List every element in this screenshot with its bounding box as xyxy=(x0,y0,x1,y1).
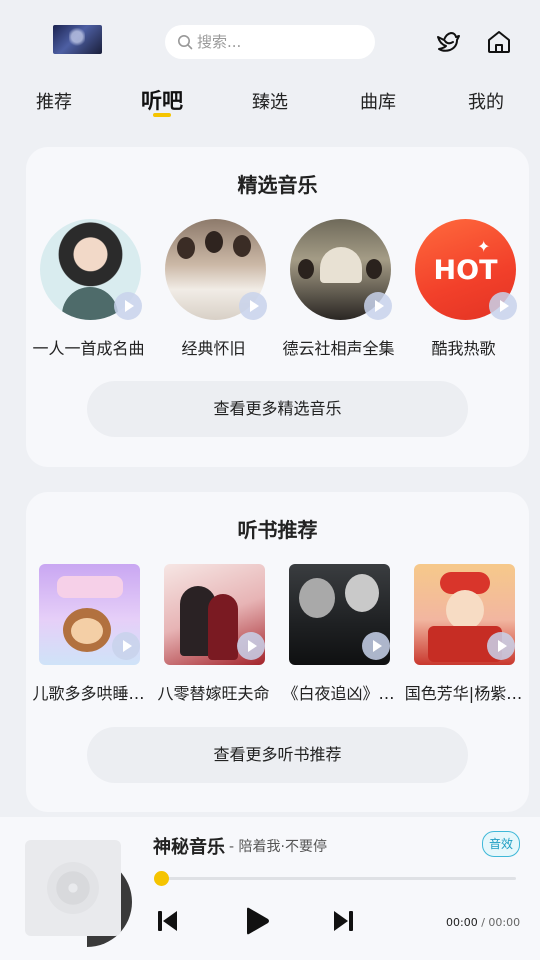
music-item-label: 德云社相声全集 xyxy=(282,339,395,358)
section-title: 精选音乐 xyxy=(237,173,318,197)
next-icon[interactable] xyxy=(331,908,355,934)
sparkle-icon: ✦ xyxy=(477,237,491,256)
play-icon[interactable] xyxy=(239,292,267,320)
album-art[interactable] xyxy=(25,840,121,936)
play-icon[interactable] xyxy=(487,632,515,660)
play-icon[interactable] xyxy=(362,632,390,660)
mini-player: 神秘音乐 - 陪着我·不要停 音效 00:00 / 00:00 xyxy=(0,817,540,960)
featured-music-card: 精选音乐 一人一首成名曲 经典怀旧 德云社相声全集 HOT ✦ 酷我热歌 查看更… xyxy=(26,147,529,467)
tab-indicator xyxy=(153,113,171,117)
avatar[interactable] xyxy=(53,25,102,54)
music-item-label: 经典怀旧 xyxy=(181,339,246,358)
music-item-label: 酷我热歌 xyxy=(431,339,496,358)
song-artist: - 陪着我·不要停 xyxy=(229,839,327,855)
section-title: 听书推荐 xyxy=(237,518,318,542)
play-icon[interactable] xyxy=(364,292,392,320)
book-item-label: 儿歌多多哄睡… xyxy=(32,684,145,703)
tab-selected[interactable]: 臻选 xyxy=(252,88,288,114)
more-music-button[interactable]: 查看更多精选音乐 xyxy=(87,381,468,437)
tab-mine[interactable]: 我的 xyxy=(468,88,504,114)
search-box[interactable] xyxy=(165,25,375,59)
tab-recommend[interactable]: 推荐 xyxy=(36,88,72,114)
book-item-label: 八零替嫁旺夫命 xyxy=(157,684,270,703)
current-time: 00:00 xyxy=(446,916,478,929)
play-icon[interactable] xyxy=(114,292,142,320)
sound-effect-button[interactable]: 音效 xyxy=(482,831,520,857)
time-separator: / xyxy=(481,916,485,929)
music-item-label: 一人一首成名曲 xyxy=(32,339,145,358)
audiobook-card: 听书推荐 儿歌多多哄睡… 八零替嫁旺夫命 《白夜追凶》… 国色芳华|杨紫… 查看… xyxy=(26,492,529,812)
play-icon[interactable] xyxy=(237,632,265,660)
tab-bar: 推荐 听吧 臻选 曲库 我的 xyxy=(0,84,540,124)
top-bar xyxy=(0,0,540,80)
tab-listen[interactable]: 听吧 xyxy=(141,85,183,115)
progress-bar[interactable] xyxy=(160,877,516,880)
hot-label: HOT xyxy=(433,255,498,286)
time-display: 00:00 / 00:00 xyxy=(446,916,520,929)
total-time: 00:00 xyxy=(488,916,521,929)
previous-icon[interactable] xyxy=(156,908,180,934)
book-item-label: 《白夜追凶》… xyxy=(282,684,395,703)
song-title: 神秘音乐 xyxy=(153,837,225,858)
search-icon xyxy=(178,35,193,50)
play-icon[interactable] xyxy=(112,632,140,660)
play-icon[interactable] xyxy=(489,292,517,320)
bird-icon[interactable] xyxy=(435,29,461,55)
home-icon[interactable] xyxy=(486,29,512,55)
play-pause-icon[interactable] xyxy=(243,906,271,936)
more-books-button[interactable]: 查看更多听书推荐 xyxy=(87,727,468,783)
book-item-label: 国色芳华|杨紫… xyxy=(404,684,523,703)
search-input[interactable] xyxy=(197,33,357,51)
progress-handle[interactable] xyxy=(154,871,169,886)
tab-library[interactable]: 曲库 xyxy=(360,88,396,114)
